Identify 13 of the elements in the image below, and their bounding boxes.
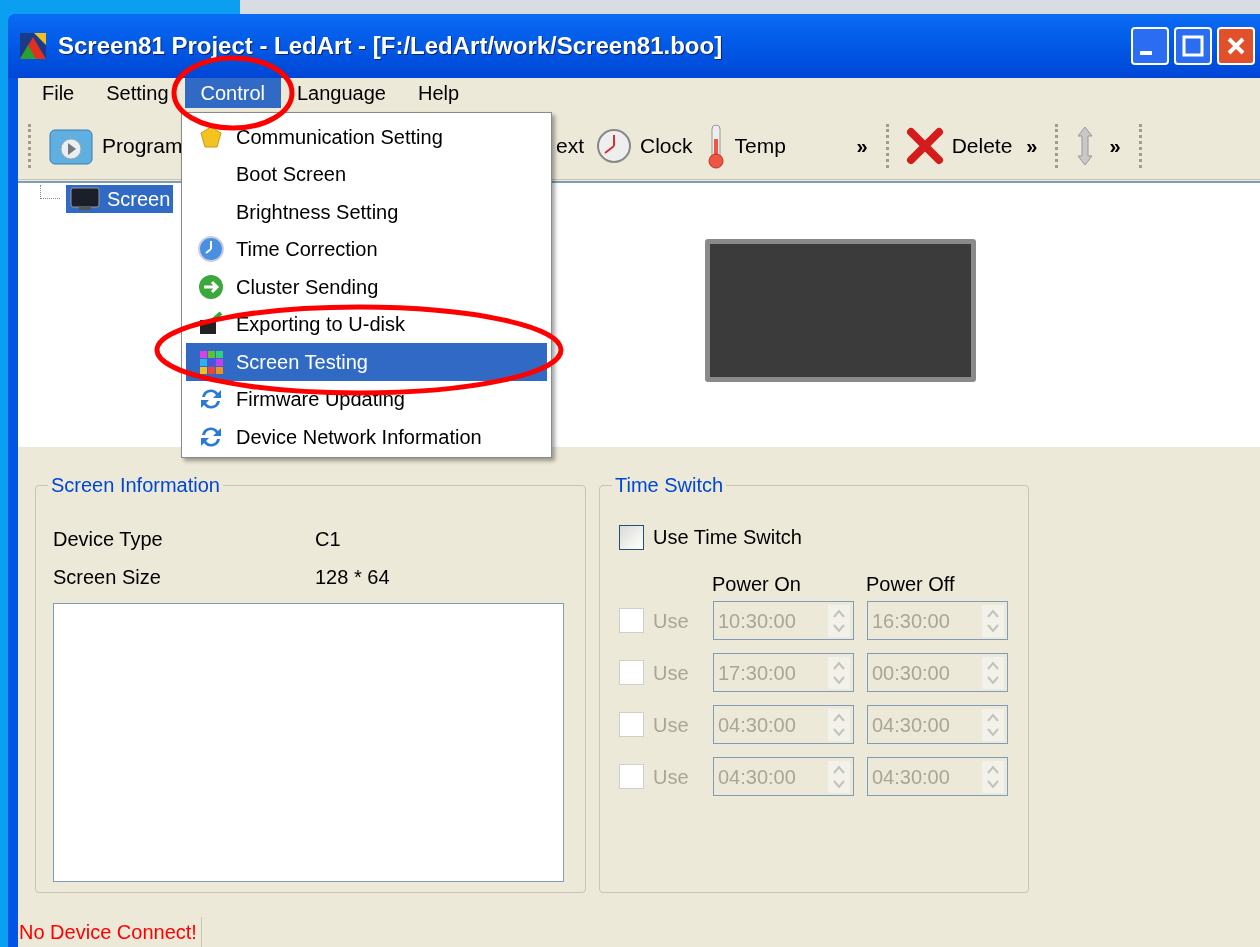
- field-value: C1: [315, 527, 341, 552]
- window-title: Screen81 Project - LedArt - [F:/LedArt/work/Screen81.boo]: [58, 31, 723, 61]
- status-message: No Device Connect!: [18, 917, 202, 947]
- checkbox-label: Use Time Switch: [653, 525, 802, 550]
- checkbox-label: Use: [653, 660, 690, 686]
- checkbox-label: Use: [653, 608, 690, 634]
- column-header: Power Off: [866, 572, 955, 595]
- column-header: Power On: [712, 572, 802, 595]
- checkbox-label: Use: [653, 712, 690, 738]
- checkbox-label: Use: [653, 764, 690, 790]
- field-label: Screen Size: [53, 565, 162, 590]
- field-value: 128 * 64: [315, 565, 390, 590]
- field-label: Device Type: [53, 527, 164, 552]
